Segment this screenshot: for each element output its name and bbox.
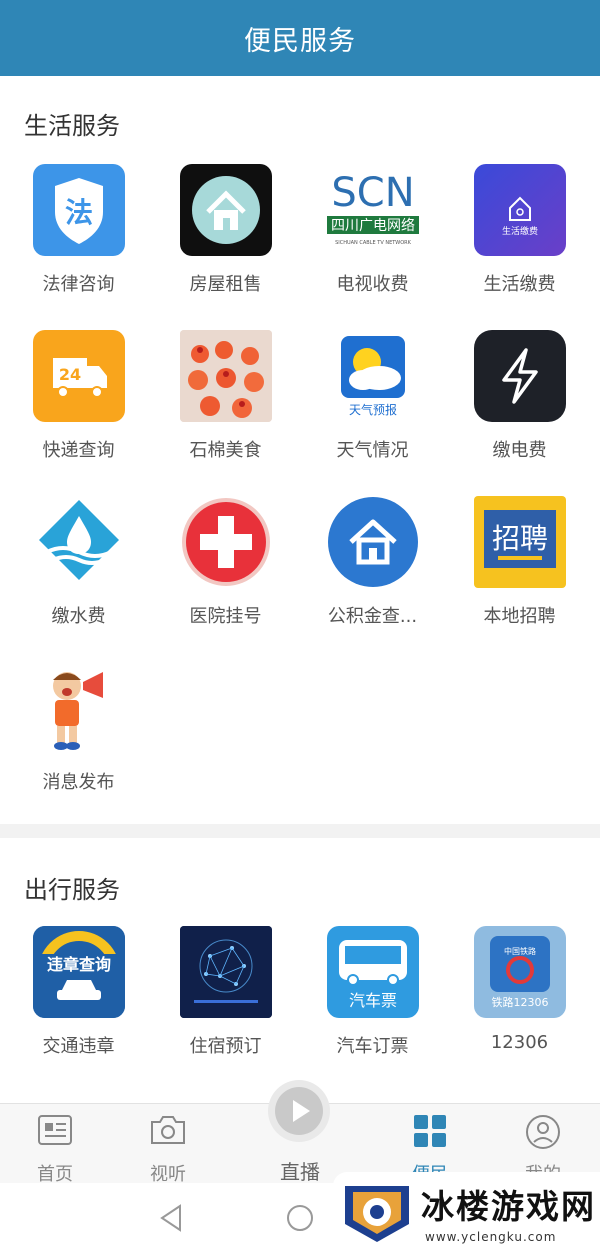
bus-ticket-icon: 汽车票 [326, 926, 419, 1018]
tile-label: 电视收费 [336, 274, 409, 295]
life-payment-icon: 生活缴费 [473, 164, 566, 256]
back-icon[interactable] [158, 1203, 184, 1233]
tile-message-publish[interactable]: 消息发布 [5, 662, 152, 794]
delivery-truck-icon: 24 [32, 330, 125, 422]
svg-text:违章查询: 违章查询 [46, 955, 110, 974]
play-icon [275, 1087, 323, 1135]
tile-label: 住宿预订 [189, 1036, 262, 1057]
tile-house-rent[interactable]: 房屋租售 [152, 164, 299, 296]
page-title: 便民服务 [244, 25, 356, 57]
grid-icon [414, 1115, 446, 1147]
svg-text:招聘: 招聘 [491, 522, 547, 555]
tile-traffic-violation[interactable]: 违章查询 交通违章 [5, 926, 152, 1058]
tile-label: 快递查询 [42, 440, 115, 461]
nav-home[interactable]: 首页 [0, 1104, 110, 1185]
svg-text:铁路12306: 铁路12306 [491, 996, 548, 1009]
watermark-text: 冰楼游戏网 [421, 1187, 596, 1226]
tile-tv-fee[interactable]: SCN 四川广电网络 SICHUAN CABLE TV NETWORK 电视收费 [299, 164, 446, 296]
travel-services-title: 出行服务 [24, 876, 120, 904]
home-news-icon [38, 1115, 72, 1145]
tile-label: 房屋租售 [189, 274, 262, 295]
food-photo-icon [179, 330, 272, 422]
tile-label: 公积金查... [327, 606, 418, 627]
svg-text:SICHUAN CABLE TV NETWORK: SICHUAN CABLE TV NETWORK [335, 240, 412, 246]
nav-media[interactable]: 视听 [113, 1104, 223, 1185]
recruitment-icon: 招聘 [473, 496, 566, 588]
life-services-title: 生活服务 [24, 112, 120, 140]
tile-weather[interactable]: 天气预报 天气情况 [299, 330, 446, 462]
tile-label: 法律咨询 [42, 274, 115, 295]
railway-icon: 中国铁路 铁路12306 [473, 926, 566, 1018]
tile-label: 天气情况 [336, 440, 409, 461]
svg-text:汽车票: 汽车票 [348, 991, 396, 1010]
svg-text:法: 法 [64, 196, 92, 229]
weather-icon: 天气预报 [326, 330, 419, 422]
tile-housing-fund[interactable]: 公积金查... [299, 496, 446, 628]
tile-label: 汽车订票 [336, 1036, 409, 1057]
tile-label: 12306 [490, 1032, 549, 1053]
tile-railway[interactable]: 中国铁路 铁路12306 12306 [446, 926, 593, 1053]
tile-hotel[interactable]: 住宿预订 [152, 926, 299, 1058]
tile-label: 生活缴费 [483, 274, 556, 295]
tile-food[interactable]: 石棉美食 [152, 330, 299, 462]
tile-recruitment[interactable]: 招聘 本地招聘 [446, 496, 593, 628]
svg-text:生活缴费: 生活缴费 [501, 225, 537, 237]
live-play-button[interactable] [268, 1080, 330, 1142]
scn-tv-icon: SCN 四川广电网络 SICHUAN CABLE TV NETWORK [326, 164, 419, 256]
law-icon: 法 [32, 164, 125, 256]
tile-label: 石棉美食 [189, 440, 262, 461]
megaphone-boy-icon [32, 662, 125, 754]
lightning-icon [473, 330, 566, 422]
tile-hospital[interactable]: 医院挂号 [152, 496, 299, 628]
tile-label: 缴电费 [492, 440, 547, 461]
watermark-logo-icon [345, 1186, 409, 1242]
house-rent-icon [179, 164, 272, 256]
travel-services-section: 出行服务 违章查询 交通违章 住宿预订 汽车票 汽车订票 中国铁路 铁路1230… [0, 838, 600, 1108]
svg-text:四川广电网络: 四川广电网络 [331, 218, 415, 234]
traffic-violation-icon: 违章查询 [32, 926, 125, 1018]
tile-label: 消息发布 [42, 772, 115, 793]
tile-label: 缴水费 [51, 606, 106, 627]
tile-electric-fee[interactable]: 缴电费 [446, 330, 593, 462]
watermark-url: www.yclengku.com [425, 1230, 557, 1244]
svg-text:24: 24 [58, 365, 80, 384]
housing-fund-icon [326, 496, 419, 588]
profile-icon [526, 1115, 560, 1149]
tile-life-payment[interactable]: 生活缴费 生活缴费 [446, 164, 593, 296]
tile-water-fee[interactable]: 缴水费 [5, 496, 152, 628]
home-circle-icon[interactable] [285, 1203, 315, 1233]
tile-label: 本地招聘 [483, 606, 556, 627]
tile-law-consult[interactable]: 法 法律咨询 [5, 164, 152, 296]
header-bar: 便民服务 [0, 0, 600, 76]
hospital-cross-icon [179, 496, 272, 588]
tile-label: 医院挂号 [189, 606, 262, 627]
camera-icon [151, 1116, 185, 1144]
tile-bus-ticket[interactable]: 汽车票 汽车订票 [299, 926, 446, 1058]
life-services-section: 生活服务 法 法律咨询 房屋租售 SCN 四川广电网络 SICHUAN CABL… [0, 76, 600, 824]
tile-express[interactable]: 24 快递查询 [5, 330, 152, 462]
watermark: 冰楼游戏网 www.yclengku.com [333, 1172, 600, 1252]
svg-text:天气预报: 天气预报 [348, 402, 396, 417]
hotel-network-icon [179, 926, 272, 1018]
water-drop-icon [32, 496, 125, 588]
svg-text:SCN: SCN [331, 170, 414, 216]
svg-text:中国铁路: 中国铁路 [504, 946, 536, 956]
tile-label: 交通违章 [42, 1036, 115, 1057]
